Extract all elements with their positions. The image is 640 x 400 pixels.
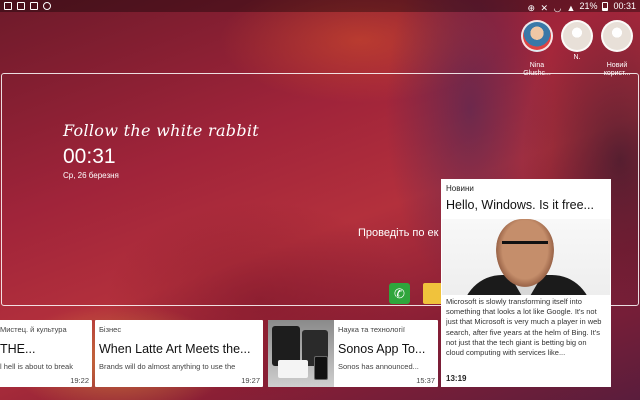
news-card[interactable]: Бізнес When Latte Art Meets the... Brand… [95, 320, 263, 387]
card-category: Мистец. й культура [0, 325, 67, 334]
card-snippet: l hell is about to break [0, 362, 73, 371]
portrait-glasses [502, 241, 548, 251]
card-category: Наука та технології [338, 325, 405, 334]
lock-message: Follow the white rabbit [63, 121, 260, 140]
email-icon[interactable] [423, 283, 443, 304]
portrait-face [496, 219, 554, 287]
dropbox-icon [30, 2, 38, 10]
user-name: N. [573, 54, 581, 61]
battery-icon [602, 1, 609, 11]
wifi-icon: ◡ [553, 3, 562, 13]
card-time: 19:22 [70, 376, 89, 385]
card-category: Бізнес [99, 325, 122, 334]
phone-image [314, 356, 328, 380]
system-status: ⊕ ✕ ◡ ▲ 21% 00:31 [527, 0, 636, 13]
photo-notification-icon [17, 2, 25, 10]
card-thumbnail [268, 320, 334, 387]
card-time: 19:27 [241, 376, 260, 385]
lock-date: Ср, 26 березня [63, 171, 119, 180]
lock-clock: 00:31 [63, 145, 116, 168]
user-avatar[interactable] [601, 20, 633, 52]
user-avatar[interactable] [561, 20, 593, 52]
user-avatar[interactable] [521, 20, 553, 52]
card-time: 13:19 [446, 374, 467, 383]
mute-icon: ✕ [540, 3, 548, 13]
card-snippet: Sonos has announced... [338, 362, 419, 371]
nfc-icon: ⊕ [527, 3, 535, 13]
card-title: Sonos App To... [338, 342, 426, 356]
unlock-hint: Проведіть по ек [358, 227, 439, 239]
status-bar: ⊕ ✕ ◡ ▲ 21% 00:31 [0, 0, 640, 13]
notification-icons [4, 0, 51, 10]
card-title: When Latte Art Meets the... [99, 342, 251, 356]
card-title: THE... [0, 342, 36, 356]
browser-notification-icon [43, 2, 51, 10]
featured-image [442, 219, 610, 295]
user-nina[interactable]: Nina Glushc... [520, 20, 554, 78]
speaker-image [278, 360, 308, 378]
user-switcher: Nina Glushc... N. Новий корист... [520, 20, 634, 78]
card-snippet: Brands will do almost anything to use th… [99, 362, 236, 371]
battery-percent: 21% [579, 1, 598, 11]
phone-icon[interactable]: ✆ [389, 283, 410, 304]
card-body: Microsoft is slowly transforming itself … [446, 297, 602, 358]
news-card[interactable]: Наука та технології Sonos App To... Sono… [268, 320, 438, 387]
card-time: 15:37 [416, 376, 435, 385]
user-n[interactable]: N. [560, 20, 594, 78]
card-title: Hello, Windows. Is it free... [446, 198, 594, 212]
image-notification-icon [4, 2, 12, 10]
signal-icon: ▲ [566, 3, 576, 13]
card-category: Новини [446, 184, 474, 193]
user-new[interactable]: Новий корист... [600, 20, 634, 78]
status-clock: 00:31 [613, 1, 636, 11]
news-card[interactable]: Мистец. й культура THE... l hell is abou… [0, 320, 92, 387]
featured-news-card[interactable]: Новини Hello, Windows. Is it free... Mic… [441, 179, 611, 387]
